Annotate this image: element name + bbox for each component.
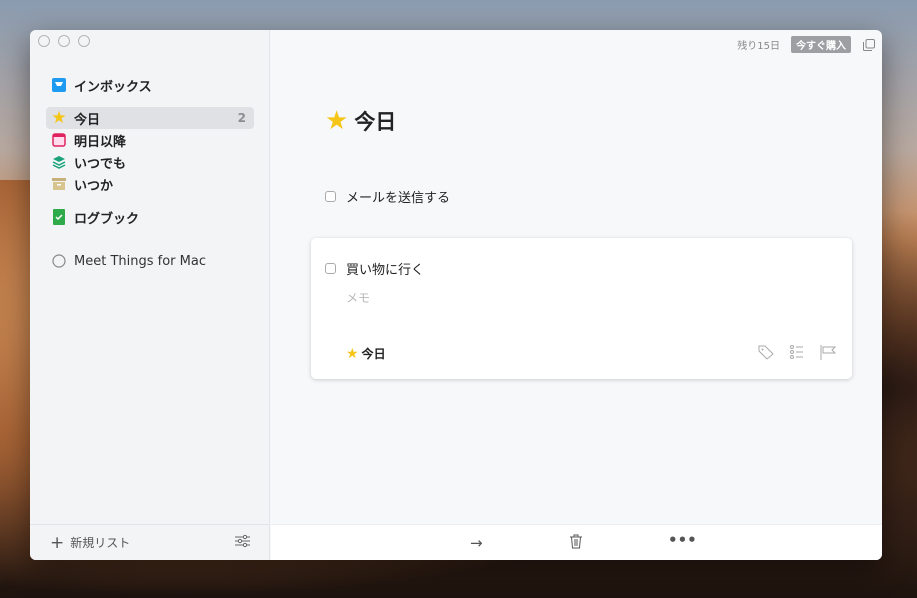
calendar-icon bbox=[51, 132, 67, 148]
sidebar-item-label: Meet Things for Mac bbox=[74, 253, 206, 269]
window-controls bbox=[38, 35, 90, 47]
todo-detail-card: 買い物に行く メモ ★ 今日 bbox=[311, 238, 852, 379]
todo-title-input[interactable]: 買い物に行く bbox=[346, 259, 424, 278]
sidebar-item-label: 今日 bbox=[74, 112, 101, 128]
minimize-button[interactable] bbox=[58, 35, 70, 47]
archive-icon bbox=[51, 176, 67, 192]
move-arrow-icon[interactable]: → bbox=[470, 534, 483, 552]
more-options-icon[interactable]: ••• bbox=[668, 531, 697, 549]
todo-checkbox[interactable] bbox=[325, 191, 336, 202]
sidebar-item-someday[interactable]: いつか bbox=[46, 173, 254, 195]
notes-field[interactable]: メモ bbox=[346, 289, 370, 306]
star-icon: ★ bbox=[51, 108, 67, 128]
trash-icon[interactable] bbox=[570, 534, 582, 553]
sidebar-item-label: いつか bbox=[74, 178, 114, 194]
new-list-button[interactable]: 新規リスト bbox=[70, 534, 130, 551]
sidebar-item-label: いつでも bbox=[74, 156, 127, 172]
inbox-icon bbox=[51, 77, 67, 93]
sidebar-item-inbox[interactable]: インボックス bbox=[46, 74, 254, 96]
when-tag[interactable]: ★ 今日 bbox=[346, 345, 386, 362]
sidebar-item-upcoming[interactable]: 明日以降 bbox=[46, 129, 254, 151]
trial-remaining: 残り15日 bbox=[737, 41, 780, 52]
circle-icon bbox=[51, 253, 67, 269]
todo-label: メールを送信する bbox=[346, 191, 451, 206]
page-title: ★ 今日 bbox=[325, 106, 396, 136]
checklist-icon[interactable] bbox=[790, 345, 804, 364]
sidebar-item-project[interactable]: Meet Things for Mac bbox=[46, 250, 254, 272]
filter-settings-icon[interactable] bbox=[235, 534, 250, 551]
zoom-button[interactable] bbox=[78, 35, 90, 47]
bottom-toolbar: → ••• bbox=[271, 524, 882, 560]
duplicate-window-icon[interactable] bbox=[863, 36, 875, 51]
sidebar-item-today[interactable]: ★ 今日 2 bbox=[46, 107, 254, 129]
star-icon: ★ bbox=[325, 106, 349, 136]
sidebar: インボックス ★ 今日 2 明日以降 いつでも いつか ログブック Meet Thi… bbox=[30, 30, 270, 560]
todo-checkbox[interactable] bbox=[325, 263, 336, 274]
sidebar-item-anytime[interactable]: いつでも bbox=[46, 151, 254, 173]
sidebar-item-label: インボックス bbox=[74, 79, 152, 95]
card-actions bbox=[758, 345, 837, 364]
when-label: 今日 bbox=[361, 347, 386, 361]
logbook-icon bbox=[51, 209, 67, 225]
close-button[interactable] bbox=[38, 35, 50, 47]
buy-now-button[interactable]: 今すぐ購入 bbox=[791, 36, 851, 53]
app-window: インボックス ★ 今日 2 明日以降 いつでも いつか ログブック Meet Thi… bbox=[30, 30, 882, 560]
page-title-text: 今日 bbox=[354, 110, 397, 134]
star-icon: ★ bbox=[346, 345, 359, 362]
todo-item[interactable]: 買い物に行く bbox=[325, 259, 424, 278]
plus-icon[interactable]: + bbox=[50, 533, 64, 553]
tag-icon[interactable] bbox=[758, 345, 774, 364]
flag-icon[interactable] bbox=[820, 345, 837, 364]
sidebar-item-logbook[interactable]: ログブック bbox=[46, 206, 254, 228]
main-pane: 残り15日 今すぐ購入 ★ 今日 メールを送信する 買い物に行く メモ ★ 今日 bbox=[271, 30, 882, 524]
sidebar-item-label: ログブック bbox=[74, 211, 140, 227]
today-count: 2 bbox=[237, 111, 246, 125]
todo-item[interactable]: メールを送信する bbox=[325, 187, 450, 206]
layers-icon bbox=[51, 154, 67, 170]
sidebar-item-label: 明日以降 bbox=[74, 134, 127, 150]
sidebar-footer: + 新規リスト bbox=[30, 524, 270, 560]
